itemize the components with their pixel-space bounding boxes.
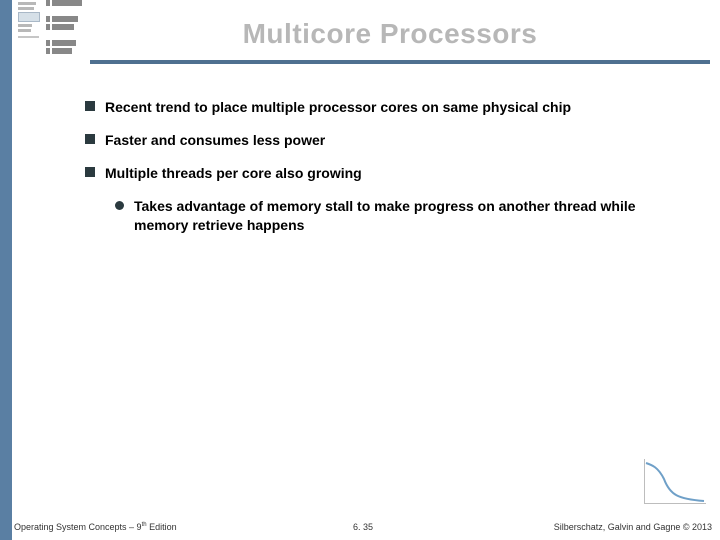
- footer-left-post: Edition: [147, 522, 177, 532]
- bullet-text: Faster and consumes less power: [105, 131, 325, 150]
- bullet-item: Faster and consumes less power: [85, 131, 685, 150]
- bullet-item: Multiple threads per core also growing: [85, 164, 685, 183]
- thumbnail-cluster: [16, 0, 86, 56]
- decorative-chart-icon: [632, 457, 712, 512]
- title-underline: [90, 60, 710, 64]
- sub-bullet-item: Takes advantage of memory stall to make …: [115, 197, 685, 235]
- square-bullet-icon: [85, 101, 95, 111]
- bullet-item: Recent trend to place multiple processor…: [85, 98, 685, 117]
- sub-bullet-text: Takes advantage of memory stall to make …: [134, 197, 685, 235]
- circle-bullet-icon: [115, 201, 124, 210]
- slide: Multicore Processors Recent trend to pla…: [0, 0, 720, 540]
- bullet-text: Recent trend to place multiple processor…: [105, 98, 571, 117]
- footer-right: Silberschatz, Galvin and Gagne © 2013: [554, 522, 712, 532]
- slide-title: Multicore Processors: [100, 18, 680, 50]
- footer-center: 6. 35: [353, 522, 373, 532]
- square-bullet-icon: [85, 134, 95, 144]
- footer-left: Operating System Concepts – 9th Edition: [14, 522, 177, 532]
- footer-left-pre: Operating System Concepts – 9: [14, 522, 142, 532]
- bullet-text: Multiple threads per core also growing: [105, 164, 362, 183]
- slide-body: Recent trend to place multiple processor…: [85, 98, 685, 234]
- mini-slide-icon: [16, 0, 42, 56]
- square-bullet-icon: [85, 167, 95, 177]
- mini-text-strip: [46, 0, 86, 56]
- left-color-bar: [0, 0, 12, 540]
